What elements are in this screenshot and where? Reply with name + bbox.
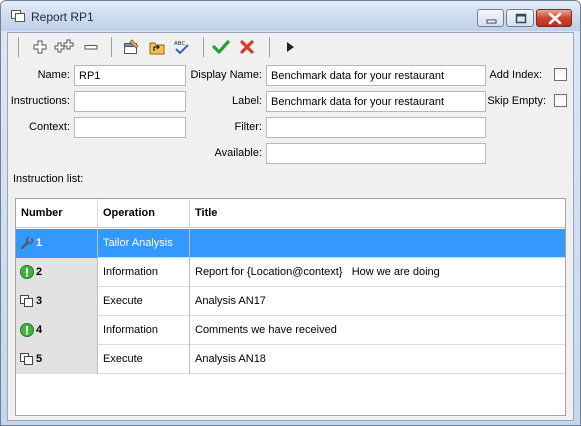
maximize-icon	[515, 13, 527, 24]
dialog-body: ABC Name: Instructions: Context: Display…	[7, 32, 574, 421]
add-index-label: Add Index:	[489, 69, 542, 81]
row-number-cell: 1	[16, 229, 98, 258]
run-button[interactable]	[280, 37, 300, 57]
close-icon	[548, 12, 562, 25]
play-icon	[287, 42, 294, 52]
label-label: Label:	[232, 95, 262, 107]
row-number: 5	[36, 353, 43, 365]
row-operation: Execute	[98, 345, 190, 374]
table-row[interactable]: 4 Information Comments we have received	[16, 316, 565, 345]
minimize-icon	[486, 19, 497, 24]
copy-pages-icon	[20, 295, 33, 307]
instructions-field[interactable]	[74, 91, 186, 112]
row-title: Comments we have received	[195, 324, 337, 336]
minus-icon	[84, 45, 98, 50]
add-index-checkbox[interactable]	[554, 68, 567, 81]
row-operation: Execute	[98, 287, 190, 316]
row-title: Report for {Location@context} How we are…	[195, 266, 440, 278]
add-child-button[interactable]	[53, 37, 77, 57]
instruction-grid[interactable]: Number Operation Title 1 Tailor Analysis…	[15, 198, 566, 416]
folder-up-icon	[149, 42, 165, 55]
skip-empty-checkbox[interactable]	[554, 94, 567, 107]
instructions-label: Instructions:	[10, 95, 70, 107]
column-header-title[interactable]: Title	[190, 199, 565, 228]
svg-text:ABC: ABC	[174, 41, 185, 47]
row-number: 3	[36, 295, 43, 307]
row-title	[190, 229, 565, 258]
minimize-button[interactable]	[477, 9, 504, 27]
grid-header: Number Operation Title	[16, 199, 565, 228]
label-field[interactable]	[266, 91, 486, 112]
row-number-cell: 4	[16, 316, 98, 345]
table-row[interactable]: 3 Execute Analysis AN17	[16, 287, 565, 316]
window-title: Report RP1	[31, 10, 94, 24]
report-window: Report RP1 ABC Name: RP1 Instructions: C…	[0, 0, 581, 426]
info-exclamation-icon	[20, 323, 34, 337]
cancel-button[interactable]	[237, 37, 257, 57]
table-row[interactable]: 1 Tailor Analysis	[16, 229, 565, 258]
row-operation: Tailor Analysis	[98, 229, 190, 258]
accept-button[interactable]	[211, 37, 231, 57]
name-field[interactable]	[74, 65, 186, 86]
row-number: 1	[36, 237, 43, 249]
title-bar[interactable]: Report RP1	[1, 1, 580, 31]
red-x-icon	[240, 40, 254, 54]
row-title: Analysis AN18	[195, 353, 266, 365]
row-operation: Information	[98, 316, 190, 345]
properties-icon	[124, 39, 139, 54]
row-number-cell: 3	[16, 287, 98, 316]
filter-label: Filter:	[234, 121, 263, 133]
info-exclamation-icon	[20, 265, 34, 279]
copy-pages-icon	[20, 353, 33, 365]
double-plus-icon	[54, 39, 74, 53]
table-row[interactable]: 5 Execute Analysis AN18	[16, 345, 565, 374]
available-field[interactable]	[266, 143, 486, 164]
toolbar: ABC	[8, 33, 573, 61]
display-name-label: Display Name:	[190, 69, 262, 81]
skip-empty-label: Skip Empty:	[487, 95, 546, 107]
maximize-button[interactable]	[506, 9, 534, 27]
name-label: Name:	[37, 69, 70, 81]
plus-icon	[33, 40, 47, 54]
instruction-list-label: Instruction list:	[13, 173, 84, 185]
context-field[interactable]	[74, 117, 186, 138]
toolbar-separator	[269, 37, 270, 57]
properties-button[interactable]	[121, 37, 141, 57]
context-label: Context:	[29, 121, 70, 133]
row-number-cell: 5	[16, 345, 98, 374]
row-title: Analysis AN17	[195, 295, 266, 307]
row-number-cell: 2	[16, 258, 98, 287]
available-label: Available:	[214, 147, 263, 159]
checkmark-icon	[212, 40, 230, 54]
table-row[interactable]: 2 Information Report for {Location@conte…	[16, 258, 565, 287]
toolbar-separator	[18, 37, 19, 57]
display-name-field[interactable]	[266, 65, 486, 86]
move-up-level-button[interactable]	[147, 37, 167, 57]
spell-check-icon: ABC	[174, 41, 189, 55]
report-icon	[11, 10, 25, 22]
toolbar-separator	[203, 37, 204, 57]
column-header-operation[interactable]: Operation	[98, 199, 190, 228]
add-button[interactable]	[30, 37, 50, 57]
column-header-number[interactable]: Number	[16, 199, 98, 228]
filter-field[interactable]	[266, 117, 486, 138]
spell-check-button[interactable]: ABC	[172, 37, 192, 57]
row-number: 4	[36, 324, 43, 336]
remove-button[interactable]	[81, 37, 101, 57]
wrench-icon	[20, 236, 34, 250]
close-button[interactable]	[536, 9, 572, 27]
row-operation: Information	[98, 258, 190, 287]
row-number: 2	[36, 266, 43, 278]
toolbar-separator	[111, 37, 112, 57]
